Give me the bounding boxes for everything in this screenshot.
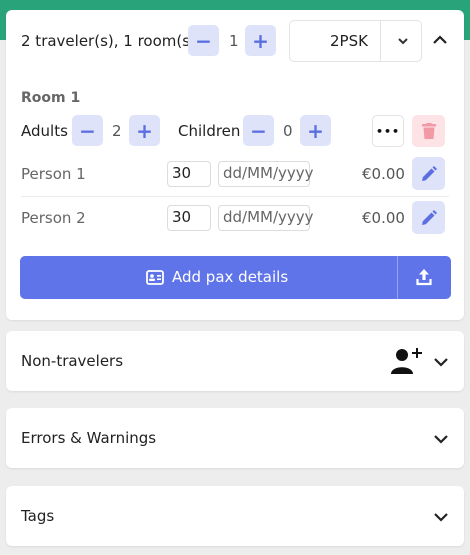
adults-decrement-button[interactable]: − bbox=[72, 115, 103, 146]
chevron-down-icon[interactable] bbox=[433, 512, 449, 522]
chevron-down-icon[interactable] bbox=[398, 38, 408, 45]
pencil-icon bbox=[421, 165, 437, 181]
minus-icon: − bbox=[195, 28, 212, 53]
add-user-icon[interactable] bbox=[391, 348, 423, 374]
booking-summary: 2 traveler(s), 1 room(s) bbox=[21, 32, 196, 50]
section-title: Non-travelers bbox=[21, 352, 124, 370]
room-type-select[interactable]: 2PSK bbox=[289, 20, 422, 62]
plus-icon: + bbox=[307, 118, 324, 143]
edit-person-button[interactable] bbox=[412, 157, 445, 190]
edit-person-button[interactable] bbox=[412, 201, 445, 234]
person-price: €0.00 bbox=[362, 165, 405, 183]
adults-increment-button[interactable]: + bbox=[129, 115, 160, 146]
add-pax-details-button[interactable]: Add pax details bbox=[20, 256, 451, 299]
children-label: Children bbox=[178, 122, 241, 140]
errors-warnings-section[interactable]: Errors & Warnings bbox=[6, 408, 464, 468]
more-icon: ••• bbox=[375, 124, 401, 138]
room-count: 1 bbox=[229, 32, 239, 50]
room-title: Room 1 bbox=[21, 90, 81, 106]
delete-room-button[interactable] bbox=[412, 115, 445, 147]
person-name: Person 2 bbox=[21, 209, 86, 227]
upload-icon[interactable] bbox=[416, 268, 432, 286]
plus-icon: + bbox=[252, 28, 269, 53]
person-price: €0.00 bbox=[362, 209, 405, 227]
room-decrement-button[interactable]: − bbox=[188, 25, 219, 56]
adults-count: 2 bbox=[112, 122, 122, 140]
chevron-up-icon[interactable] bbox=[432, 35, 448, 45]
children-count: 0 bbox=[283, 122, 293, 140]
person-age-input[interactable]: 30 bbox=[167, 161, 211, 187]
select-divider bbox=[380, 21, 381, 61]
section-title: Errors & Warnings bbox=[21, 429, 157, 447]
children-decrement-button[interactable]: − bbox=[243, 115, 274, 146]
person-dob-input[interactable]: dd/MM/yyyy bbox=[218, 161, 314, 187]
id-card-icon bbox=[146, 270, 164, 285]
chevron-down-icon[interactable] bbox=[433, 357, 449, 367]
chevron-down-icon[interactable] bbox=[433, 434, 449, 444]
room-increment-button[interactable]: + bbox=[245, 25, 276, 56]
plus-icon: + bbox=[136, 118, 153, 143]
pencil-icon bbox=[421, 209, 437, 225]
person-age-input[interactable]: 30 bbox=[167, 205, 211, 231]
room-type-value: 2PSK bbox=[330, 32, 368, 50]
minus-icon: − bbox=[250, 118, 267, 143]
section-title: Tags bbox=[21, 507, 55, 525]
tags-section[interactable]: Tags bbox=[6, 486, 464, 546]
row-divider bbox=[21, 196, 449, 197]
non-travelers-section[interactable]: Non-travelers bbox=[6, 331, 464, 391]
person-dob-input[interactable]: dd/MM/yyyy bbox=[218, 205, 314, 231]
add-pax-label: Add pax details bbox=[172, 268, 289, 286]
button-divider bbox=[397, 256, 398, 299]
person-name: Person 1 bbox=[21, 165, 86, 183]
trash-icon bbox=[421, 123, 436, 139]
children-increment-button[interactable]: + bbox=[300, 115, 331, 146]
room-booking-card: 2 traveler(s), 1 room(s) − 1 + 2PSK Room… bbox=[6, 10, 464, 320]
more-options-button[interactable]: ••• bbox=[372, 115, 404, 147]
minus-icon: − bbox=[79, 118, 96, 143]
adults-label: Adults bbox=[21, 122, 68, 140]
